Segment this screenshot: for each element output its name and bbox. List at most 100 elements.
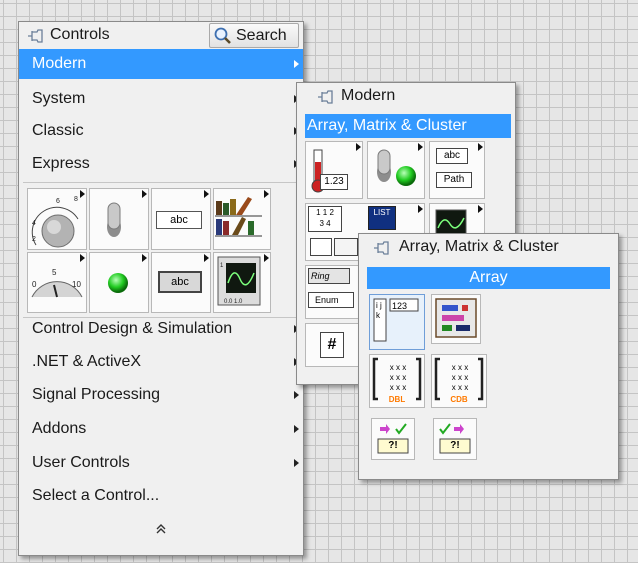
- submenu-arrow-icon: [294, 391, 299, 399]
- table-row-a: 1 1 2: [316, 208, 334, 217]
- table-row-b: 3 4: [319, 219, 331, 228]
- search-label: Search: [236, 26, 287, 44]
- knob-icon[interactable]: 4 2 6 8: [27, 188, 87, 250]
- boolean-glyph: [377, 149, 416, 186]
- tree-glyph: [310, 238, 332, 256]
- matrix-row: x x x: [451, 383, 469, 392]
- svg-text:10: 10: [72, 280, 81, 289]
- matrix-cells: x x x x x x x x x: [445, 363, 475, 393]
- modern-title: Modern: [341, 87, 396, 104]
- pin-icon[interactable]: [317, 88, 335, 106]
- menu-item-label: .NET & ActiveX: [32, 353, 142, 370]
- modern-titlebar: Modern: [297, 83, 515, 109]
- menu-item-label: Express: [32, 155, 90, 172]
- matrix-row: x x x: [389, 363, 407, 372]
- string-indicator-icon[interactable]: abc: [151, 252, 211, 313]
- magnifier-icon: [214, 27, 231, 44]
- menu-item-classic[interactable]: Classic: [19, 116, 303, 146]
- svg-text:8: 8: [74, 196, 78, 203]
- matrix-row: x x x: [389, 383, 407, 392]
- led-icon[interactable]: [89, 252, 149, 313]
- matrix-row: x x x: [451, 373, 469, 382]
- table-glyph: 1 1 2 3 4: [308, 206, 342, 232]
- menu-item-label: Modern: [32, 55, 87, 72]
- svg-text:0.0 1.0: 0.0 1.0: [224, 299, 243, 305]
- modern-selected-label: Array, Matrix & Cluster: [307, 117, 467, 134]
- array-header-row: Array: [367, 267, 610, 289]
- menu-item-label: Control Design & Simulation: [32, 320, 233, 337]
- ring-box: Ring: [308, 268, 350, 284]
- express-icon-grid: 4 2 6 8 abc 0 5 10 abc 1 0.0 1.0: [27, 188, 271, 313]
- menu-item-system[interactable]: System: [19, 84, 303, 114]
- tab-glyph: [334, 238, 358, 256]
- toggle-glyph: [107, 202, 121, 237]
- error-in-icon[interactable]: ?!: [371, 418, 415, 460]
- svg-text:4: 4: [32, 220, 36, 227]
- menu-item-label: Classic: [32, 122, 84, 139]
- menu-item-select-control[interactable]: Select a Control...: [19, 481, 303, 511]
- error-in-label: ?!: [388, 440, 398, 451]
- string-control-icon[interactable]: abc: [151, 188, 211, 250]
- path-box: Path: [436, 172, 472, 188]
- menu-item-label: System: [32, 90, 86, 107]
- toggle-switch-icon[interactable]: [89, 188, 149, 250]
- ring-enum-icon[interactable]: Ring Enum: [305, 265, 365, 319]
- controls-title: Controls: [50, 26, 110, 43]
- menu-item-signal-processing[interactable]: Signal Processing: [19, 380, 303, 410]
- error-out-icon[interactable]: ?!: [433, 418, 477, 460]
- menu-item-label: Signal Processing: [32, 386, 161, 403]
- array-title: Array, Matrix & Cluster: [399, 238, 559, 255]
- numeric-icon[interactable]: 1.23: [305, 141, 363, 199]
- collapse-button[interactable]: [19, 518, 303, 542]
- menu-item-label: Addons: [32, 420, 87, 437]
- submenu-arrow-icon: [294, 60, 299, 68]
- divider: [23, 182, 299, 183]
- pin-icon[interactable]: [373, 239, 391, 257]
- matrix-cells: x x x x x x x x x: [383, 363, 413, 393]
- matrix-cdb-label: CDB: [450, 395, 468, 404]
- controls-palette: Controls Search Modern System Classic Ex…: [18, 21, 304, 556]
- array-header-label: Array: [469, 269, 508, 286]
- refnum-icon[interactable]: #: [305, 323, 365, 367]
- matrix-dbl-label: DBL: [388, 395, 406, 404]
- pin-icon[interactable]: [27, 27, 45, 45]
- array-icon[interactable]: i j k 123: [369, 294, 425, 350]
- boolean-icon[interactable]: [367, 141, 425, 199]
- array-titlebar: Array, Matrix & Cluster: [359, 234, 618, 260]
- menu-item-user-controls[interactable]: User Controls: [19, 448, 303, 478]
- array-matrix-cluster-palette: Array, Matrix & Cluster Array i j k 123 …: [358, 233, 619, 480]
- matrix-row: x x x: [451, 363, 469, 372]
- string-path-icon[interactable]: abc Path: [429, 141, 485, 199]
- search-button[interactable]: Search: [209, 23, 299, 48]
- submenu-arrow-icon: [294, 425, 299, 433]
- svg-text:0: 0: [32, 280, 37, 289]
- refnum-box: #: [320, 332, 344, 358]
- matrix-row: x x x: [389, 373, 407, 382]
- modern-selected-row[interactable]: Array, Matrix & Cluster: [305, 114, 511, 138]
- submenu-arrow-icon: [294, 459, 299, 467]
- menu-item-modern[interactable]: Modern: [19, 49, 303, 79]
- decorations-icon[interactable]: [213, 188, 271, 250]
- slide-gauge-icon[interactable]: 0 5 10: [27, 252, 87, 313]
- numeric-box: 1.23: [320, 174, 348, 190]
- cluster-glyph: [435, 298, 477, 338]
- svg-text:5: 5: [52, 268, 57, 277]
- menu-item-label: User Controls: [32, 454, 130, 471]
- svg-text:6: 6: [56, 198, 60, 205]
- controls-titlebar: Controls Search: [19, 22, 303, 48]
- graph-icon[interactable]: 1 0.0 1.0: [213, 252, 271, 313]
- menu-item-addons[interactable]: Addons: [19, 414, 303, 444]
- graph-glyph: 1 0.0 1.0: [217, 256, 261, 306]
- menu-item-net-activex[interactable]: .NET & ActiveX: [19, 347, 303, 377]
- matrix-dbl-icon[interactable]: x x x x x x x x x DBL: [369, 354, 425, 408]
- led-glyph: [108, 273, 128, 293]
- string-box: abc: [156, 211, 202, 229]
- enum-box: Enum: [308, 292, 354, 308]
- error-out-label: ?!: [450, 440, 460, 451]
- cluster-icon[interactable]: [431, 294, 481, 344]
- gauge-glyph: 0 5 10: [31, 268, 83, 298]
- menu-item-control-design[interactable]: Control Design & Simulation: [19, 314, 303, 344]
- matrix-cdb-icon[interactable]: x x x x x x x x x CDB: [431, 354, 487, 408]
- indicator-box: abc: [158, 271, 202, 293]
- menu-item-express[interactable]: Express: [19, 149, 303, 179]
